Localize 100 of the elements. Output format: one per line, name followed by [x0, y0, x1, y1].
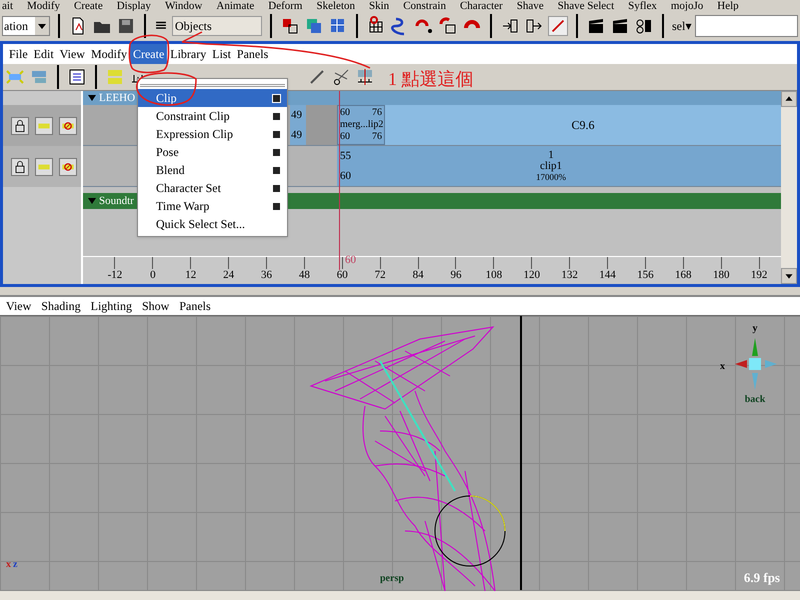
ruler-label: 168 — [675, 269, 692, 282]
expand-triangle-icon[interactable] — [88, 94, 96, 102]
outliner-icon[interactable] — [67, 67, 87, 87]
option-box-icon[interactable] — [272, 130, 281, 138]
option-box-icon[interactable] — [272, 112, 281, 120]
main-menu-item[interactable]: Skeleton — [316, 2, 355, 11]
menu-item[interactable]: Pose — [138, 143, 287, 161]
command-field[interactable] — [695, 15, 798, 37]
surface-magnet-icon[interactable] — [438, 16, 458, 36]
clip-end-frame: 76 — [372, 131, 382, 143]
mute-track-icon[interactable] — [59, 158, 77, 176]
select-menu[interactable]: sel▾ — [672, 17, 692, 35]
clip-block[interactable]: 55 60 1 clip1 17000% — [337, 146, 781, 186]
main-menu-item[interactable]: Modify — [27, 2, 60, 11]
save-icon[interactable] — [116, 16, 136, 36]
main-menu-item[interactable]: Window — [164, 2, 202, 11]
ruler-label: 24 — [223, 269, 234, 282]
main-menu-item[interactable]: Shave Select — [558, 2, 614, 11]
main-menu-item[interactable]: Character — [460, 2, 503, 11]
select-object-icon[interactable] — [304, 16, 324, 36]
render-ipr-icon[interactable] — [610, 16, 630, 36]
ruler-label: 72 — [374, 269, 386, 282]
mute-track-icon[interactable] — [59, 116, 77, 134]
option-box-icon[interactable] — [272, 166, 281, 174]
scroll-up-icon[interactable] — [781, 91, 797, 107]
main-menu-item[interactable]: Help — [717, 2, 739, 11]
clip-frame-number: 49 — [291, 108, 303, 123]
main-menu-item[interactable]: Animate — [216, 2, 254, 11]
empty-track-segment — [306, 105, 337, 145]
menu-item[interactable]: View — [56, 44, 88, 64]
viewport-menu-item[interactable]: Panels — [179, 297, 211, 315]
select-hierarchy-icon[interactable] — [280, 16, 300, 36]
ruler-label: -12 — [108, 269, 122, 282]
main-menu-item[interactable]: ait — [2, 2, 13, 11]
main-menu-item[interactable]: Constrain — [403, 2, 446, 11]
view-cube-label: y — [752, 322, 758, 336]
expand-triangle-icon[interactable] — [88, 197, 96, 205]
ruler-label: 132 — [561, 269, 578, 282]
clip-label: 1 — [548, 150, 554, 160]
selection-field[interactable]: Objects — [172, 16, 262, 36]
current-frame-label: 60 — [345, 252, 356, 268]
main-menu-item[interactable]: Syflex — [628, 2, 657, 11]
mode-dropdown[interactable]: ation — [2, 16, 50, 36]
lock-icon[interactable] — [11, 158, 29, 176]
menu-item[interactable]: List — [209, 44, 234, 64]
ruler-label: 156 — [637, 269, 654, 282]
clip-name: merg...lip2 — [340, 119, 382, 131]
annotation-text: 1 點選這個 — [388, 68, 474, 91]
blend-clip[interactable]: 60 76 merg...lip2 60 76 — [337, 105, 385, 145]
menu-item[interactable]: Edit — [30, 44, 57, 64]
menu-item[interactable]: Clip — [138, 89, 287, 107]
scroll-down-icon[interactable] — [781, 268, 797, 284]
construction-history-icon[interactable] — [548, 16, 568, 36]
viewport-menu-item[interactable]: Lighting — [90, 297, 132, 315]
option-box-icon[interactable] — [272, 202, 281, 210]
clip-end-frame: 76 — [372, 107, 382, 119]
clip-block[interactable]: 49 49 — [290, 105, 306, 145]
ruler-label: 84 — [412, 269, 424, 282]
menu-item[interactable]: Blend — [138, 161, 287, 179]
ruler-label: 120 — [523, 269, 540, 282]
ruler-marker-icon[interactable] — [355, 67, 375, 87]
menu-item[interactable]: Expression Clip — [138, 125, 287, 143]
option-box-icon[interactable] — [272, 148, 281, 156]
ruler-label: 36 — [261, 269, 272, 282]
scroll-bar[interactable] — [781, 91, 797, 284]
menu-item[interactable]: Quick Select Set... — [138, 215, 287, 233]
ruler-label: 60 — [336, 269, 348, 282]
axis-label: x — [6, 558, 11, 572]
menu-item[interactable]: Create — [130, 44, 168, 64]
menu-item[interactable]: File — [6, 44, 31, 64]
scissors-icon[interactable] — [331, 67, 351, 87]
lock-icon[interactable] — [11, 116, 29, 134]
clip-label: 17000% — [536, 172, 566, 182]
menu-item[interactable]: Panels — [234, 44, 272, 64]
clip-frame-number: 49 — [291, 128, 303, 143]
fps-counter: 6.9 fps — [744, 568, 780, 587]
viewport-menu-item[interactable]: Shading — [41, 297, 81, 315]
clip-tracks-icon[interactable] — [105, 67, 125, 87]
ruler-label: 144 — [599, 269, 616, 282]
option-box-icon[interactable] — [272, 184, 281, 192]
clip-block[interactable]: C9.6 — [385, 105, 781, 145]
viewport-menu-item[interactable]: View — [6, 297, 32, 315]
viewport-menu-item[interactable]: Show — [142, 297, 170, 315]
solo-track-icon[interactable] — [35, 158, 53, 176]
option-box-icon[interactable] — [272, 94, 281, 102]
main-menu-item[interactable]: mojoJo — [670, 2, 704, 11]
menu-item[interactable]: Constraint Clip — [138, 107, 287, 125]
main-menu-item[interactable]: Display — [116, 2, 151, 11]
menu-item[interactable]: Modify — [88, 44, 130, 64]
soundtrack-name: Soundtr — [99, 194, 134, 209]
main-menu-item[interactable]: Create — [74, 2, 103, 11]
clip-label: clip1 — [540, 160, 562, 172]
clip-start-frame: 60 — [340, 131, 350, 143]
main-menu-item[interactable]: Deform — [268, 2, 302, 11]
ruler-label: 48 — [298, 269, 310, 282]
main-menu-item[interactable]: Skin — [369, 2, 390, 11]
main-menu-item[interactable]: Shave — [516, 2, 544, 11]
menu-item[interactable]: Library — [167, 44, 210, 64]
solo-track-icon[interactable] — [35, 116, 53, 134]
clapperboard-icon[interactable] — [586, 16, 606, 36]
